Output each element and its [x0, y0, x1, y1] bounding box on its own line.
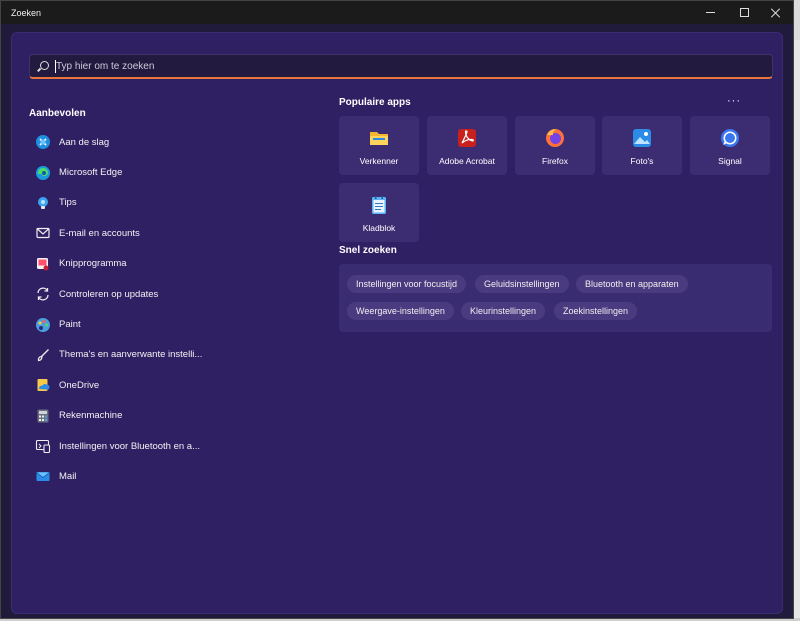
bluetooth-settings-icon — [35, 438, 51, 454]
maximize-icon — [739, 8, 749, 17]
quick-search-chip[interactable]: Weergave-instellingen — [347, 302, 454, 320]
app-tile-label: Foto's — [630, 156, 654, 166]
app-tile-label: Kladblok — [362, 223, 396, 233]
recommended-item-paint[interactable]: Paint — [28, 309, 318, 339]
tips-icon — [35, 195, 51, 211]
onedrive-icon — [35, 377, 51, 393]
quick-search-panel: Instellingen voor focustijd Geluidsinste… — [339, 264, 772, 332]
search-panel: Aanbevolen Aan de slag Microsoft Edge Ti… — [11, 32, 783, 614]
recommended-item-tips[interactable]: Tips — [28, 188, 318, 218]
popular-apps-title: Populaire apps — [339, 97, 411, 108]
window-title: Zoeken — [11, 8, 42, 18]
quick-search-title: Snel zoeken — [339, 245, 397, 256]
recommended-item-bluetooth-settings[interactable]: Instellingen voor Bluetooth en a... — [28, 431, 318, 461]
close-icon — [771, 8, 781, 18]
firefox-icon — [546, 129, 564, 147]
edge-icon — [35, 165, 51, 181]
app-tile-label: Signal — [718, 156, 742, 166]
app-tile-label: Adobe Acrobat — [439, 156, 495, 166]
recommended-item-label: Rekenmachine — [59, 410, 123, 422]
app-tile-label: Firefox — [542, 156, 568, 166]
brush-icon — [35, 347, 51, 363]
recommended-item-label: Mail — [59, 470, 77, 482]
search-box[interactable] — [29, 54, 773, 79]
search-input[interactable] — [56, 58, 756, 75]
app-tile-adobe-acrobat[interactable]: Adobe Acrobat — [427, 116, 507, 175]
folder-icon — [370, 132, 388, 145]
recommended-item-mail[interactable]: Mail — [28, 461, 318, 491]
recommended-item-label: E-mail en accounts — [59, 227, 140, 239]
acrobat-icon — [458, 129, 476, 147]
recommended-item-themes[interactable]: Thema's en aanverwante instelli... — [28, 340, 318, 370]
recommended-item-label: Paint — [59, 319, 81, 331]
recommended-item-label: Thema's en aanverwante instelli... — [59, 349, 203, 361]
recommended-item-label: OneDrive — [59, 379, 100, 391]
snipping-tool-icon — [35, 256, 51, 272]
notepad-icon — [372, 196, 386, 214]
calculator-icon — [35, 408, 51, 424]
quick-search-chip[interactable]: Instellingen voor focustijd — [347, 275, 467, 293]
recommended-item-label: Knipprogramma — [59, 258, 127, 270]
app-tile-label: Verkenner — [359, 156, 399, 166]
recommended-item-label: Tips — [59, 197, 77, 209]
recommended-list: Aan de slag Microsoft Edge Tips E-mail e… — [28, 127, 318, 492]
photos-icon — [633, 129, 651, 147]
mail-accounts-icon — [35, 225, 51, 241]
get-started-icon — [35, 134, 51, 150]
quick-search-chip[interactable]: Zoekinstellingen — [554, 302, 638, 320]
app-tile-kladblok[interactable]: Kladblok — [339, 183, 419, 242]
app-tile-fotos[interactable]: Foto's — [602, 116, 682, 175]
update-icon — [35, 286, 51, 302]
recommended-item-microsoft-edge[interactable]: Microsoft Edge — [28, 157, 318, 187]
title-bar: Zoeken — [1, 1, 793, 24]
recommended-item-onedrive[interactable]: OneDrive — [28, 370, 318, 400]
recommended-title: Aanbevolen — [29, 108, 86, 119]
search-icon — [40, 61, 49, 70]
quick-search-chip[interactable]: Geluidsinstellingen — [475, 275, 569, 293]
recommended-item-aan-de-slag[interactable]: Aan de slag — [28, 127, 318, 157]
app-tile-verkenner[interactable]: Verkenner — [339, 116, 419, 175]
quick-search-chip[interactable]: Bluetooth en apparaten — [576, 275, 688, 293]
app-tile-signal[interactable]: Signal — [690, 116, 770, 175]
search-window: Zoeken Aanbevolen Aan de slag Microsoft … — [0, 0, 794, 619]
recommended-item-label: Microsoft Edge — [59, 167, 123, 179]
quick-search-chip[interactable]: Kleurinstellingen — [461, 302, 546, 320]
recommended-item-rekenmachine[interactable]: Rekenmachine — [28, 401, 318, 431]
maximize-button[interactable] — [727, 1, 761, 24]
minimize-icon — [705, 12, 715, 13]
minimize-button[interactable] — [693, 1, 727, 24]
app-tile-firefox[interactable]: Firefox — [515, 116, 595, 175]
recommended-item-email-accounts[interactable]: E-mail en accounts — [28, 218, 318, 248]
recommended-item-label: Aan de slag — [59, 136, 110, 148]
mail-icon — [35, 468, 51, 484]
signal-icon — [721, 129, 739, 147]
more-options-button[interactable]: ··· — [727, 95, 741, 107]
recommended-item-label: Controleren op updates — [59, 288, 159, 300]
paint-icon — [35, 317, 51, 333]
close-button[interactable] — [759, 1, 793, 24]
recommended-item-knipprogramma[interactable]: Knipprogramma — [28, 249, 318, 279]
recommended-item-updates[interactable]: Controleren op updates — [28, 279, 318, 309]
background-window-edge — [793, 40, 800, 621]
recommended-item-label: Instellingen voor Bluetooth en a... — [59, 440, 201, 452]
